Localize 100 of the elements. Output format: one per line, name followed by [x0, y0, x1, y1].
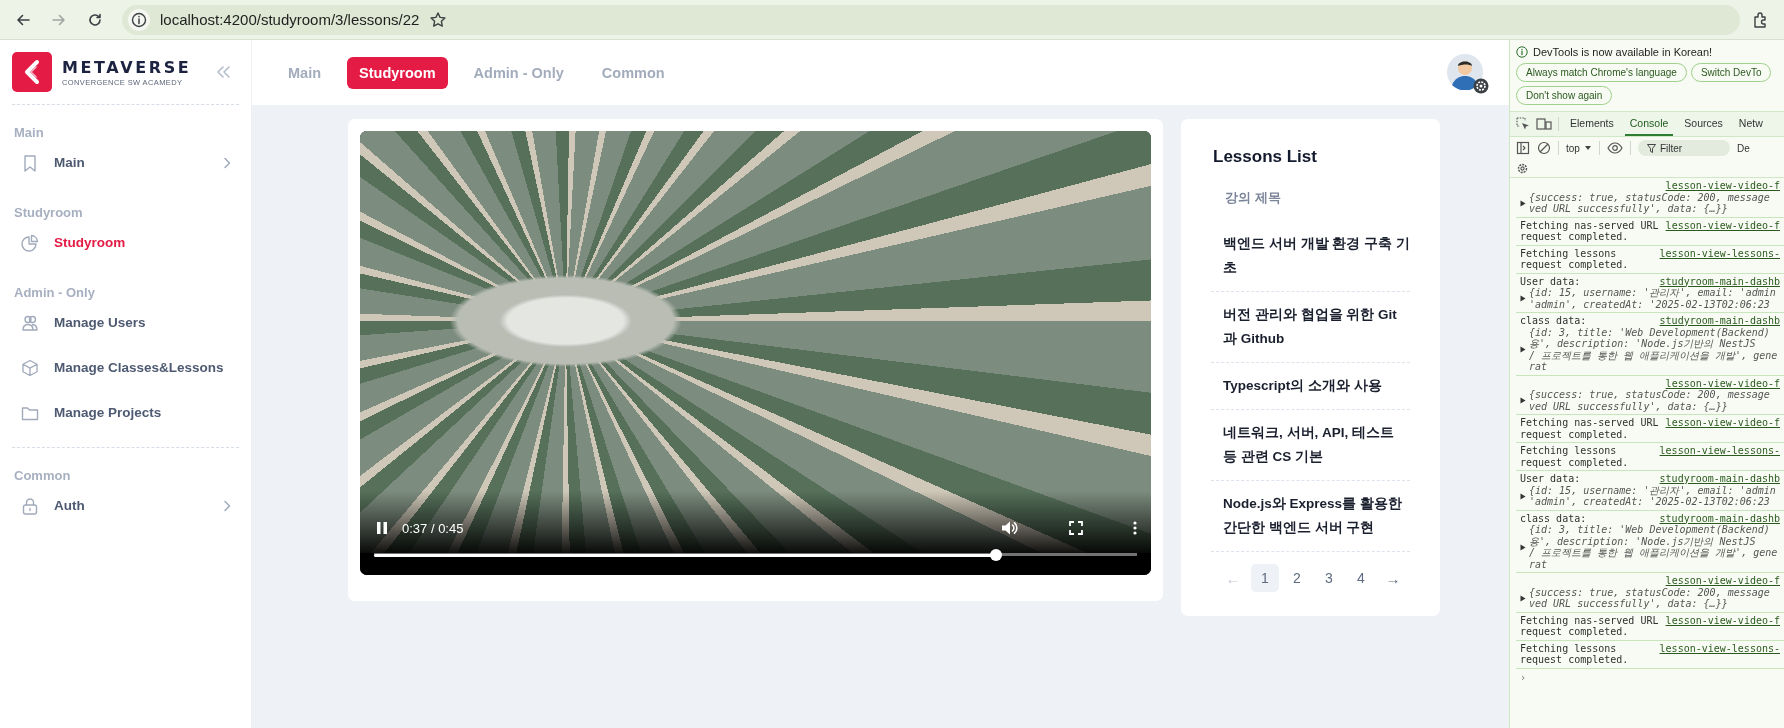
- object-preview-line: {success: true, statusCode: 200, message: [1529, 191, 1770, 203]
- address-bar[interactable]: localhost:4200/studyroom/3/lessons/22: [122, 4, 1740, 35]
- star-icon[interactable]: [429, 10, 448, 29]
- info-icon[interactable]: [131, 11, 147, 28]
- chevron-right-icon: [223, 499, 231, 512]
- expand-triangle-icon[interactable]: [1520, 199, 1526, 207]
- console-message: Fetching nas-served URL request completed.: [1520, 417, 1659, 440]
- nav-tab[interactable]: Studyroom: [347, 56, 448, 89]
- object-preview-line: {id: 15, username: '관리자', email: 'admin: [1529, 287, 1776, 299]
- source-link[interactable]: lesson-view-video-f: [1665, 180, 1780, 192]
- page-button[interactable]: 4: [1347, 564, 1375, 592]
- devtools-tab[interactable]: Console: [1624, 112, 1674, 136]
- source-link[interactable]: lesson-view-video-f: [1665, 377, 1780, 389]
- pie-chart-icon: [20, 232, 40, 253]
- console-message: Fetching lessons request completed.: [1520, 642, 1629, 665]
- context-selector[interactable]: top: [1566, 142, 1592, 154]
- sidebar-item[interactable]: Manage Projects: [12, 390, 239, 435]
- section-heading: Common: [14, 468, 72, 483]
- notice-button[interactable]: Switch DevTo: [1690, 63, 1772, 82]
- chevron-right-icon: [223, 156, 231, 169]
- source-link[interactable]: lesson-view-lessons-: [1659, 445, 1780, 457]
- sidebar-toggle-icon[interactable]: [1516, 141, 1530, 155]
- object-preview-line: {success: true, statusCode: 200, message: [1529, 389, 1770, 401]
- devtools-tab[interactable]: Sources: [1679, 112, 1728, 136]
- avatar-icon[interactable]: [1447, 53, 1483, 90]
- more-options-button[interactable]: [1133, 521, 1137, 535]
- object-preview-line: ved URL successfully', data: {…}}: [1529, 400, 1729, 412]
- object-preview-line: ved URL successfully', data: {…}}: [1529, 598, 1729, 610]
- console-prompt[interactable]: ›: [1516, 668, 1784, 686]
- source-link[interactable]: studyroom-main-dashb: [1659, 315, 1780, 327]
- console-label: class data:: [1520, 512, 1587, 524]
- devtools-tab[interactable]: Elements: [1565, 112, 1619, 136]
- lesson-item[interactable]: 백엔드 서버 개발 환경 구축 기초: [1211, 221, 1410, 292]
- section-heading: Main: [14, 125, 45, 140]
- devtools-tab[interactable]: Netw: [1733, 112, 1768, 136]
- lesson-item[interactable]: 버전 관리와 협업을 위한 Git과 Github: [1211, 292, 1410, 363]
- volume-button[interactable]: [1001, 520, 1019, 536]
- expand-triangle-icon[interactable]: [1520, 295, 1526, 302]
- lesson-item[interactable]: Node.js와 Express를 활용한 간단한 백엔드 서버 구현: [1211, 481, 1410, 552]
- object-preview-line: 용', description: 'Node.js기반의 NestJS: [1529, 338, 1757, 350]
- lesson-item[interactable]: Typescript의 소개와 사용: [1211, 363, 1410, 410]
- column-header: 강의 제목: [1224, 189, 1282, 207]
- expand-triangle-icon[interactable]: [1520, 397, 1526, 404]
- fullscreen-icon: [1069, 521, 1083, 535]
- expand-triangle-icon[interactable]: [1520, 594, 1526, 602]
- console-message: Fetching nas-served URL request completed.: [1520, 614, 1659, 637]
- pause-button[interactable]: [376, 521, 388, 535]
- pause-icon: [376, 521, 388, 535]
- section-heading: Admin - Only: [14, 285, 96, 300]
- object-preview-line: 'admin', createdAt: '2025-02-13T02:06:23: [1529, 298, 1771, 310]
- fullscreen-button[interactable]: [1069, 521, 1083, 535]
- clear-console-icon[interactable]: [1537, 141, 1551, 155]
- object-preview-line: 'admin', createdAt: '2025-02-13T02:06:23: [1529, 496, 1771, 508]
- expand-triangle-icon[interactable]: [1520, 346, 1526, 353]
- source-link[interactable]: studyroom-main-dashb: [1659, 275, 1780, 287]
- source-link[interactable]: lesson-view-video-f: [1665, 614, 1780, 626]
- console-message: Fetching nas-served URL request completed.: [1520, 219, 1659, 242]
- caret-down-icon: [1583, 145, 1592, 151]
- settings-icon[interactable]: [1516, 161, 1529, 175]
- source-link[interactable]: lesson-view-video-f: [1665, 219, 1780, 231]
- object-preview-line: {success: true, statusCode: 200, message: [1529, 586, 1770, 598]
- source-link[interactable]: lesson-view-video-f: [1665, 575, 1780, 587]
- page-button[interactable]: 2: [1283, 564, 1311, 592]
- notice-button[interactable]: Always match Chrome's language: [1516, 63, 1687, 82]
- lock-icon: [20, 495, 40, 516]
- sidebar-item[interactable]: Studyroom: [12, 220, 239, 265]
- info-icon: [1516, 46, 1528, 58]
- double-chevron-left-icon: [215, 65, 232, 79]
- console-label: User data:: [1520, 275, 1581, 287]
- notice-text: DevTools is now available in Korean!: [1533, 46, 1713, 58]
- source-link[interactable]: lesson-view-lessons-: [1659, 642, 1780, 654]
- logo-name: METAVERSE: [62, 57, 192, 77]
- console-label: User data:: [1520, 473, 1581, 484]
- console-label: class data:: [1520, 315, 1587, 326]
- expand-triangle-icon[interactable]: [1520, 492, 1526, 500]
- source-link[interactable]: lesson-view-video-f: [1665, 417, 1780, 429]
- settings-badge-icon[interactable]: [1473, 77, 1489, 94]
- object-preview-line: / 프로젝트를 통한 웹 애플리케이션을 개발', generat: [1529, 547, 1779, 570]
- filter-field[interactable]: Filter: [1637, 140, 1730, 156]
- inspect-element-icon[interactable]: [1516, 117, 1530, 131]
- expand-triangle-icon[interactable]: [1520, 543, 1526, 551]
- log-levels-selector[interactable]: De: [1736, 142, 1750, 154]
- lesson-item[interactable]: 네트워크, 서버, API, 테스트 등 관련 CS 기본: [1211, 410, 1410, 481]
- page-button[interactable]: 1: [1251, 564, 1279, 592]
- console-message: Fetching lessons request completed.: [1520, 247, 1629, 270]
- next-page-button[interactable]: →: [1379, 564, 1407, 592]
- source-link[interactable]: studyroom-main-dashb: [1659, 512, 1780, 524]
- sidebar-item[interactable]: Manage Classes&Lessons: [12, 345, 239, 390]
- notice-button[interactable]: Don't show again: [1516, 86, 1613, 105]
- object-preview-line: ved URL successfully', data: {…}}: [1529, 203, 1729, 215]
- eye-icon[interactable]: [1606, 142, 1623, 154]
- sidebar-item[interactable]: Auth: [12, 483, 239, 528]
- source-link[interactable]: lesson-view-lessons-: [1659, 247, 1780, 259]
- device-toolbar-icon[interactable]: [1536, 117, 1552, 131]
- vertical-dots-icon: [1133, 521, 1137, 535]
- page-button[interactable]: 3: [1315, 564, 1343, 592]
- sidebar-item[interactable]: Main: [12, 140, 239, 185]
- sidebar-item[interactable]: Manage Users: [12, 300, 239, 345]
- source-link[interactable]: studyroom-main-dashb: [1659, 473, 1780, 485]
- object-preview-line: 용', description: 'Node.js기반의 NestJS: [1529, 535, 1757, 547]
